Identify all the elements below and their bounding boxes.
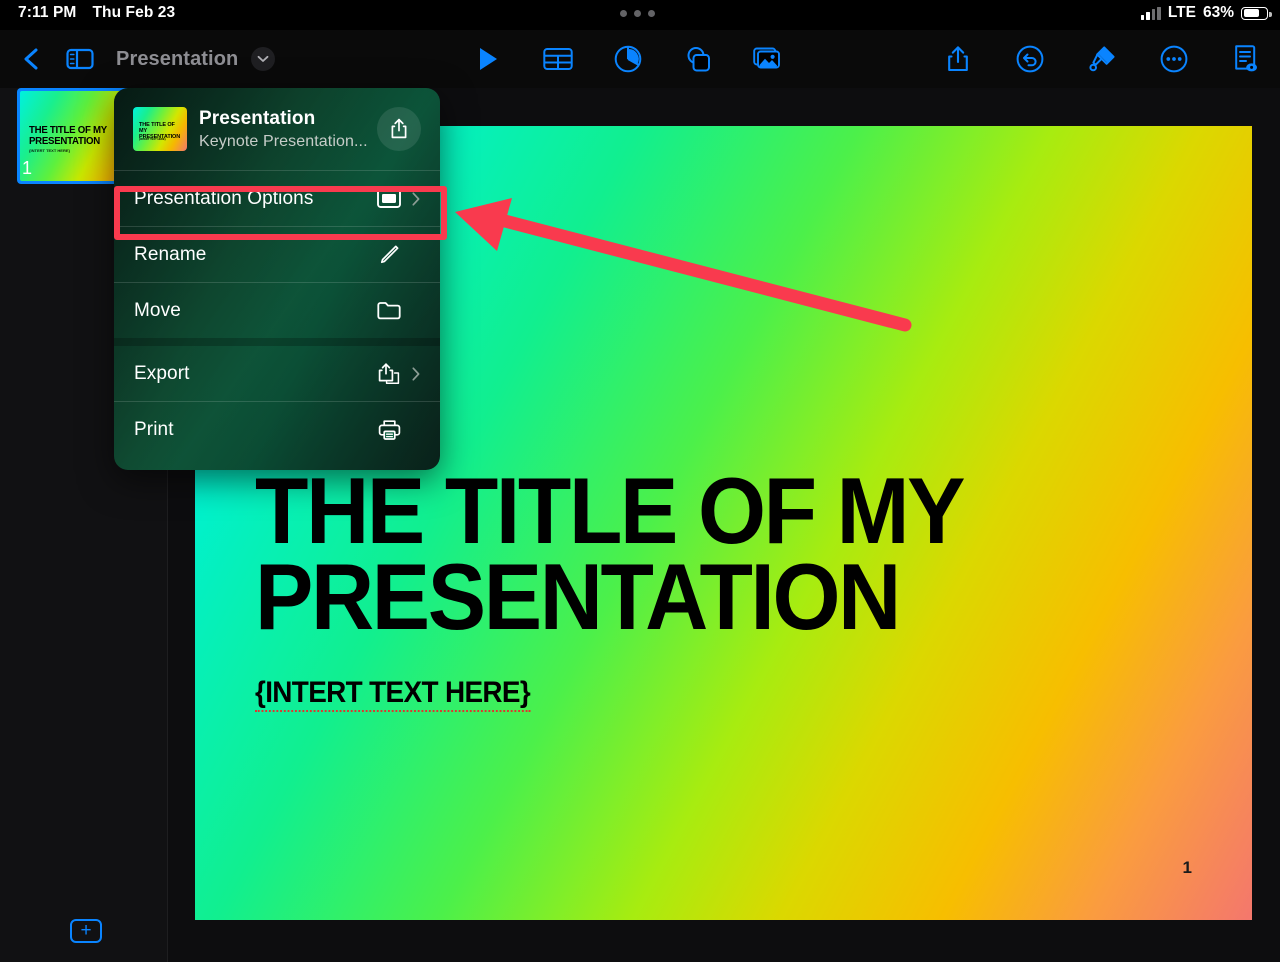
add-slide-button[interactable]: + (70, 919, 102, 943)
menu-item-label: Presentation Options (134, 187, 314, 209)
status-date: Thu Feb 23 (92, 4, 176, 21)
popover-section-gap (114, 338, 440, 346)
document-options-popover: THE TITLE OF MY PRESENTATION {INTERT TEX… (114, 88, 440, 470)
play-icon (480, 48, 497, 70)
menu-item-presentation-options[interactable]: Presentation Options (114, 171, 440, 226)
status-bar: 7:11 PM Thu Feb 23 LTE 63% (0, 0, 1280, 30)
pencil-icon (376, 244, 402, 266)
document-view-icon (1235, 45, 1257, 72)
share-button[interactable] (936, 37, 980, 81)
undo-icon (1016, 45, 1044, 73)
menu-item-move[interactable]: Move (114, 283, 440, 338)
menu-item-rename[interactable]: Rename (114, 227, 440, 282)
title-chevron-down-icon[interactable] (251, 47, 276, 71)
display-screen-icon (376, 189, 402, 208)
app-toolbar: Presentation (0, 30, 1280, 88)
menu-item-print[interactable]: Print (114, 402, 440, 457)
page-title[interactable]: Presentation (116, 48, 238, 71)
menu-item-label: Export (134, 362, 190, 384)
printer-icon (376, 419, 402, 441)
slide-number-label: 1 (22, 158, 33, 178)
paintbrush-icon (1089, 46, 1115, 72)
chevron-left-icon (24, 48, 38, 70)
slide-subtitle-text[interactable]: {INTERT TEXT HERE} (255, 676, 531, 712)
popover-share-button[interactable] (377, 107, 421, 151)
ipad-keynote-screen: 7:11 PM Thu Feb 23 LTE 63% Presentation … (0, 0, 1280, 962)
popover-title: Presentation (199, 108, 316, 129)
status-battery-percent: 63% (1202, 4, 1234, 21)
share-icon (391, 118, 407, 139)
toolbar-right-group (936, 30, 1268, 88)
more-button[interactable] (1152, 37, 1196, 81)
popover-header: THE TITLE OF MY PRESENTATION {INTERT TEX… (114, 88, 440, 170)
play-button[interactable] (466, 37, 510, 81)
folder-icon (376, 301, 402, 320)
insert-shape-button[interactable] (676, 37, 720, 81)
insert-media-button[interactable] (746, 37, 790, 81)
table-icon (543, 48, 573, 70)
undo-button[interactable] (1008, 37, 1052, 81)
status-carrier: LTE (1167, 4, 1196, 21)
slide-page-number: 1 (1182, 858, 1192, 877)
menu-item-label: Rename (134, 243, 207, 265)
status-bar-left: 7:11 PM Thu Feb 23 (18, 4, 175, 22)
popover-document-thumbnail: THE TITLE OF MY PRESENTATION {INTERT TEX… (133, 107, 187, 151)
spellcheck-underlined-text: {INTERT TEXT HERE} (255, 676, 531, 712)
format-button[interactable] (1080, 37, 1124, 81)
back-button[interactable] (10, 37, 54, 81)
status-bar-right: LTE 63% (1140, 4, 1272, 22)
battery-icon (1241, 6, 1272, 20)
shapes-icon (687, 47, 710, 72)
chevron-right-icon (412, 191, 422, 206)
slide-title-text[interactable]: THE TITLE OF MY PRESENTATION (255, 464, 1120, 644)
multitasking-handle-icon[interactable] (620, 10, 655, 17)
menu-item-label: Print (134, 418, 174, 440)
export-icon (376, 362, 402, 385)
presenter-notes-button[interactable] (1224, 37, 1268, 81)
insert-table-button[interactable] (536, 37, 580, 81)
toolbar-left-group: Presentation (10, 30, 276, 88)
menu-item-label: Move (134, 299, 181, 321)
status-time: 7:11 PM (18, 4, 77, 21)
share-icon (948, 46, 968, 72)
insert-chart-button[interactable] (606, 37, 650, 81)
sidebar-toggle-icon (66, 48, 94, 70)
cellular-signal-icon (1140, 6, 1161, 20)
ellipsis-circle-icon (1160, 45, 1188, 73)
media-image-icon (753, 47, 780, 69)
toolbar-center-group (466, 30, 790, 88)
pie-chart-icon (614, 45, 642, 73)
chevron-right-icon (412, 366, 422, 381)
popover-subtitle: Keynote Presentation... (199, 133, 368, 150)
sidebar-toggle-button[interactable] (58, 37, 102, 81)
slide-thumbnail-subtitle: {INTERT TEXT HERE} (28, 147, 71, 153)
menu-item-export[interactable]: Export (114, 346, 440, 401)
popover-thumbnail-subtitle: {INTERT TEXT HERE} (139, 138, 166, 141)
